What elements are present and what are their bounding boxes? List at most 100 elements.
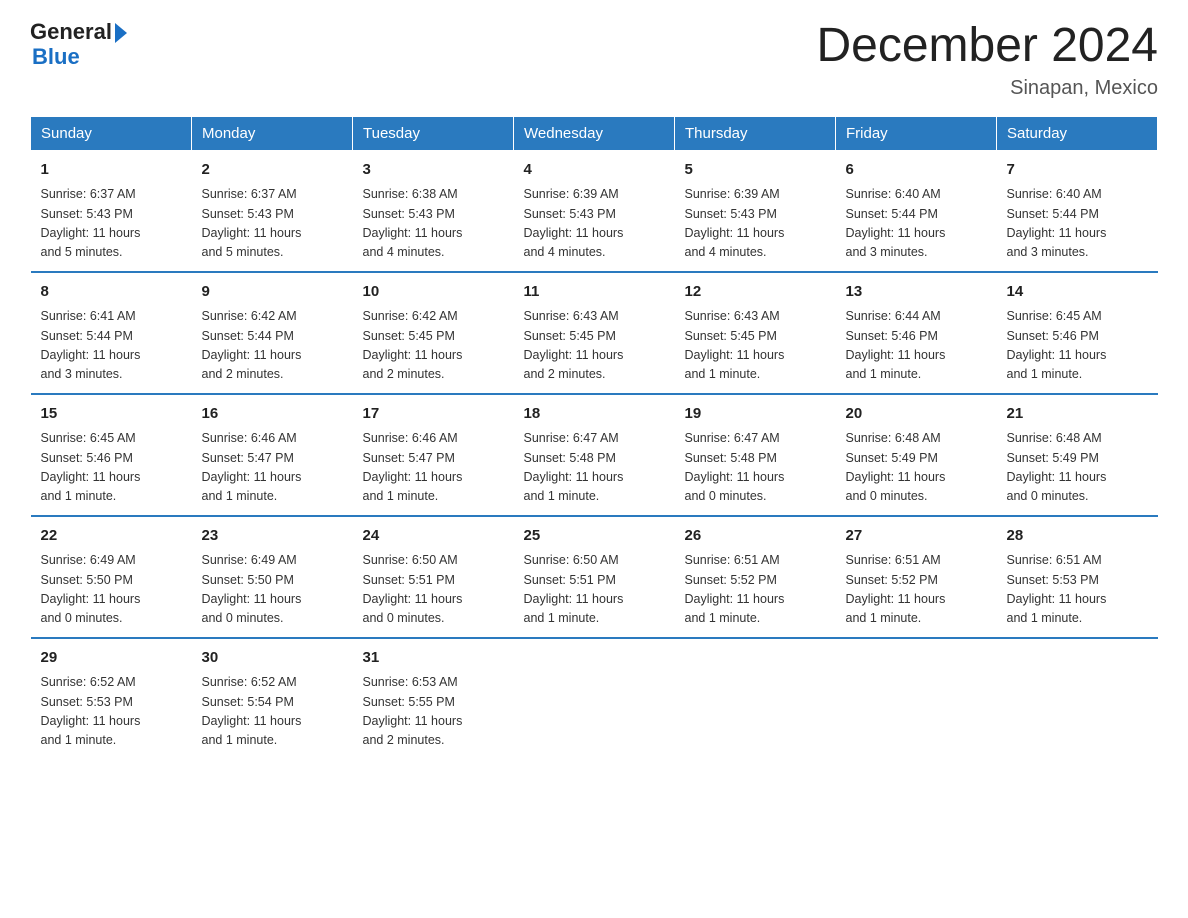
day-cell: 18 Sunrise: 6:47 AMSunset: 5:48 PMDayligh… [514, 394, 675, 516]
calendar-body: 1 Sunrise: 6:37 AMSunset: 5:43 PMDaylight… [31, 150, 1158, 759]
day-info: Sunrise: 6:43 AMSunset: 5:45 PMDaylight:… [524, 307, 665, 385]
day-number: 18 [524, 403, 665, 426]
day-number: 19 [685, 403, 826, 426]
day-number: 12 [685, 281, 826, 304]
day-cell: 9 Sunrise: 6:42 AMSunset: 5:44 PMDaylight… [192, 272, 353, 394]
day-number: 27 [846, 525, 987, 548]
day-info: Sunrise: 6:41 AMSunset: 5:44 PMDaylight:… [41, 307, 182, 385]
day-cell: 17 Sunrise: 6:46 AMSunset: 5:47 PMDayligh… [353, 394, 514, 516]
day-number: 21 [1007, 403, 1148, 426]
day-cell: 12Sunrise: 6:43 AMSunset: 5:45 PMDayligh… [675, 272, 836, 394]
day-info: Sunrise: 6:45 AMSunset: 5:46 PMDaylight:… [1007, 307, 1148, 385]
day-number: 23 [202, 525, 343, 548]
day-cell: 27 Sunrise: 6:51 AMSunset: 5:52 PMDayligh… [836, 516, 997, 638]
day-number: 5 [685, 159, 826, 182]
day-cell: 21 Sunrise: 6:48 AMSunset: 5:49 PMDayligh… [997, 394, 1158, 516]
day-number: 3 [363, 159, 504, 182]
day-info: Sunrise: 6:51 AMSunset: 5:52 PMDaylight:… [685, 551, 826, 629]
day-cell [997, 638, 1158, 759]
day-cell: 7 Sunrise: 6:40 AMSunset: 5:44 PMDaylight… [997, 150, 1158, 272]
header-cell-wednesday: Wednesday [514, 116, 675, 150]
page-header: General Blue December 2024 Sinapan, Mexi… [30, 20, 1158, 100]
day-info: Sunrise: 6:45 AMSunset: 5:46 PMDaylight:… [41, 429, 182, 507]
day-info: Sunrise: 6:53 AMSunset: 5:55 PMDaylight:… [363, 673, 504, 751]
day-cell: 19 Sunrise: 6:47 AMSunset: 5:48 PMDayligh… [675, 394, 836, 516]
day-cell: 30 Sunrise: 6:52 AMSunset: 5:54 PMDayligh… [192, 638, 353, 759]
day-cell: 10 Sunrise: 6:42 AMSunset: 5:45 PMDayligh… [353, 272, 514, 394]
day-number: 8 [41, 281, 182, 304]
day-info: Sunrise: 6:46 AMSunset: 5:47 PMDaylight:… [363, 429, 504, 507]
day-number: 22 [41, 525, 182, 548]
week-row-5: 29 Sunrise: 6:52 AMSunset: 5:53 PMDayligh… [31, 638, 1158, 759]
day-cell: 20 Sunrise: 6:48 AMSunset: 5:49 PMDayligh… [836, 394, 997, 516]
day-cell: 13 Sunrise: 6:44 AMSunset: 5:46 PMDayligh… [836, 272, 997, 394]
day-number: 2 [202, 159, 343, 182]
day-number: 1 [41, 159, 182, 182]
day-info: Sunrise: 6:39 AMSunset: 5:43 PMDaylight:… [524, 185, 665, 263]
day-info: Sunrise: 6:50 AMSunset: 5:51 PMDaylight:… [524, 551, 665, 629]
day-info: Sunrise: 6:48 AMSunset: 5:49 PMDaylight:… [1007, 429, 1148, 507]
day-cell: 29 Sunrise: 6:52 AMSunset: 5:53 PMDayligh… [31, 638, 192, 759]
day-number: 4 [524, 159, 665, 182]
logo: General Blue [30, 20, 127, 70]
day-number: 15 [41, 403, 182, 426]
day-info: Sunrise: 6:46 AMSunset: 5:47 PMDaylight:… [202, 429, 343, 507]
day-info: Sunrise: 6:51 AMSunset: 5:53 PMDaylight:… [1007, 551, 1148, 629]
day-number: 29 [41, 647, 182, 670]
day-number: 9 [202, 281, 343, 304]
day-cell: 11Sunrise: 6:43 AMSunset: 5:45 PMDayligh… [514, 272, 675, 394]
day-info: Sunrise: 6:39 AMSunset: 5:43 PMDaylight:… [685, 185, 826, 263]
day-cell: 23 Sunrise: 6:49 AMSunset: 5:50 PMDayligh… [192, 516, 353, 638]
day-info: Sunrise: 6:40 AMSunset: 5:44 PMDaylight:… [846, 185, 987, 263]
day-cell: 1 Sunrise: 6:37 AMSunset: 5:43 PMDaylight… [31, 150, 192, 272]
day-info: Sunrise: 6:51 AMSunset: 5:52 PMDaylight:… [846, 551, 987, 629]
calendar-subtitle: Sinapan, Mexico [816, 77, 1158, 100]
day-info: Sunrise: 6:50 AMSunset: 5:51 PMDaylight:… [363, 551, 504, 629]
day-number: 13 [846, 281, 987, 304]
day-cell: 25Sunrise: 6:50 AMSunset: 5:51 PMDayligh… [514, 516, 675, 638]
day-info: Sunrise: 6:52 AMSunset: 5:53 PMDaylight:… [41, 673, 182, 751]
day-info: Sunrise: 6:37 AMSunset: 5:43 PMDaylight:… [41, 185, 182, 263]
week-row-3: 15 Sunrise: 6:45 AMSunset: 5:46 PMDayligh… [31, 394, 1158, 516]
day-number: 24 [363, 525, 504, 548]
day-info: Sunrise: 6:37 AMSunset: 5:43 PMDaylight:… [202, 185, 343, 263]
title-block: December 2024 Sinapan, Mexico [816, 20, 1158, 100]
day-info: Sunrise: 6:49 AMSunset: 5:50 PMDaylight:… [202, 551, 343, 629]
day-number: 10 [363, 281, 504, 304]
header-cell-sunday: Sunday [31, 116, 192, 150]
day-cell: 3 Sunrise: 6:38 AMSunset: 5:43 PMDaylight… [353, 150, 514, 272]
day-number: 20 [846, 403, 987, 426]
day-info: Sunrise: 6:42 AMSunset: 5:45 PMDaylight:… [363, 307, 504, 385]
day-cell: 31Sunrise: 6:53 AMSunset: 5:55 PMDayligh… [353, 638, 514, 759]
day-info: Sunrise: 6:47 AMSunset: 5:48 PMDaylight:… [685, 429, 826, 507]
day-info: Sunrise: 6:38 AMSunset: 5:43 PMDaylight:… [363, 185, 504, 263]
day-info: Sunrise: 6:42 AMSunset: 5:44 PMDaylight:… [202, 307, 343, 385]
header-cell-thursday: Thursday [675, 116, 836, 150]
day-number: 7 [1007, 159, 1148, 182]
day-info: Sunrise: 6:47 AMSunset: 5:48 PMDaylight:… [524, 429, 665, 507]
day-info: Sunrise: 6:52 AMSunset: 5:54 PMDaylight:… [202, 673, 343, 751]
day-info: Sunrise: 6:44 AMSunset: 5:46 PMDaylight:… [846, 307, 987, 385]
day-cell: 26Sunrise: 6:51 AMSunset: 5:52 PMDayligh… [675, 516, 836, 638]
day-cell: 15 Sunrise: 6:45 AMSunset: 5:46 PMDayligh… [31, 394, 192, 516]
day-cell: 24 Sunrise: 6:50 AMSunset: 5:51 PMDayligh… [353, 516, 514, 638]
day-info: Sunrise: 6:48 AMSunset: 5:49 PMDaylight:… [846, 429, 987, 507]
day-number: 28 [1007, 525, 1148, 548]
day-cell [836, 638, 997, 759]
calendar-header: SundayMondayTuesdayWednesdayThursdayFrid… [31, 116, 1158, 150]
day-number: 30 [202, 647, 343, 670]
calendar-table: SundayMondayTuesdayWednesdayThursdayFrid… [30, 116, 1158, 759]
day-cell: 22 Sunrise: 6:49 AMSunset: 5:50 PMDayligh… [31, 516, 192, 638]
header-cell-friday: Friday [836, 116, 997, 150]
day-number: 17 [363, 403, 504, 426]
day-cell: 2 Sunrise: 6:37 AMSunset: 5:43 PMDaylight… [192, 150, 353, 272]
logo-text-general: General [30, 20, 112, 44]
day-cell: 14Sunrise: 6:45 AMSunset: 5:46 PMDayligh… [997, 272, 1158, 394]
day-info: Sunrise: 6:49 AMSunset: 5:50 PMDaylight:… [41, 551, 182, 629]
day-number: 6 [846, 159, 987, 182]
header-cell-saturday: Saturday [997, 116, 1158, 150]
week-row-2: 8 Sunrise: 6:41 AMSunset: 5:44 PMDaylight… [31, 272, 1158, 394]
day-cell [675, 638, 836, 759]
header-row: SundayMondayTuesdayWednesdayThursdayFrid… [31, 116, 1158, 150]
day-info: Sunrise: 6:40 AMSunset: 5:44 PMDaylight:… [1007, 185, 1148, 263]
